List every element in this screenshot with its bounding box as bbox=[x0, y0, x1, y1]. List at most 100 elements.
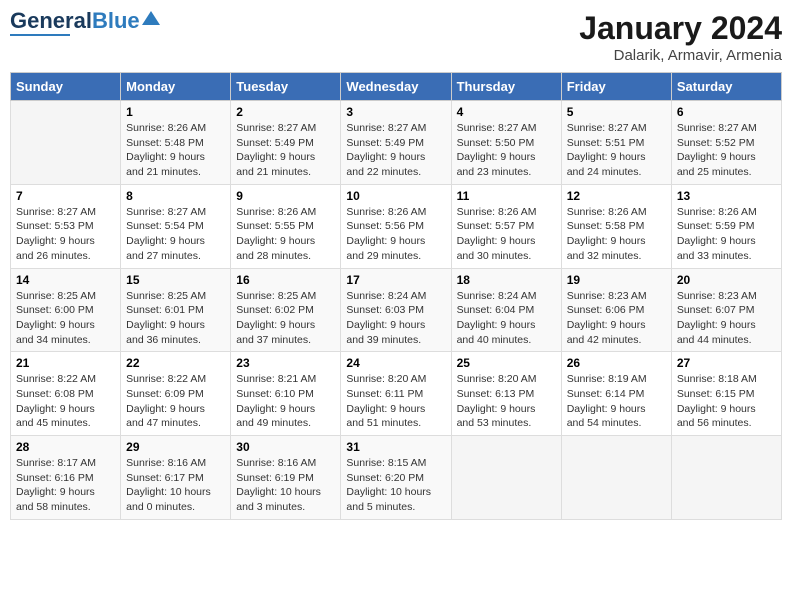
day-number: 7 bbox=[16, 189, 115, 203]
day-info: Sunrise: 8:26 AM Sunset: 5:58 PM Dayligh… bbox=[567, 206, 647, 262]
day-number: 18 bbox=[457, 273, 556, 287]
calendar-cell: 31Sunrise: 8:15 AM Sunset: 6:20 PM Dayli… bbox=[341, 436, 451, 520]
day-number: 2 bbox=[236, 105, 335, 119]
header-tuesday: Tuesday bbox=[231, 73, 341, 101]
day-info: Sunrise: 8:16 AM Sunset: 6:17 PM Dayligh… bbox=[126, 457, 211, 513]
day-number: 14 bbox=[16, 273, 115, 287]
calendar-cell: 8Sunrise: 8:27 AM Sunset: 5:54 PM Daylig… bbox=[121, 184, 231, 268]
logo: GeneralBlue bbox=[10, 10, 160, 36]
calendar-cell: 6 Sunrise: 8:27 AM Sunset: 5:52 PM Daylig… bbox=[671, 101, 781, 185]
calendar-cell: 9 Sunrise: 8:26 AM Sunset: 5:55 PM Daylig… bbox=[231, 184, 341, 268]
day-info: Sunrise: 8:26 AM Sunset: 5:55 PM Dayligh… bbox=[236, 206, 316, 262]
day-info: Sunrise: 8:19 AM Sunset: 6:14 PM Dayligh… bbox=[567, 373, 647, 429]
calendar-week-5: 28 Sunrise: 8:17 AM Sunset: 6:16 PM Dayli… bbox=[11, 436, 782, 520]
calendar-cell: 28 Sunrise: 8:17 AM Sunset: 6:16 PM Dayli… bbox=[11, 436, 121, 520]
day-info: Sunrise: 8:26 AM Sunset: 5:57 PM Dayligh… bbox=[457, 206, 537, 262]
day-number: 4 bbox=[457, 105, 556, 119]
calendar-cell: 23Sunrise: 8:21 AM Sunset: 6:10 PM Dayli… bbox=[231, 352, 341, 436]
day-number: 29 bbox=[126, 440, 225, 454]
day-number: 20 bbox=[677, 273, 776, 287]
day-number: 12 bbox=[567, 189, 666, 203]
day-info: Sunrise: 8:22 AM Sunset: 6:08 PM Dayligh… bbox=[16, 373, 96, 429]
calendar-week-2: 7 Sunrise: 8:27 AM Sunset: 5:53 PM Daylig… bbox=[11, 184, 782, 268]
calendar-cell: 3 Sunrise: 8:27 AM Sunset: 5:49 PM Daylig… bbox=[341, 101, 451, 185]
location: Dalarik, Armavir, Armenia bbox=[579, 47, 782, 64]
calendar-cell: 16Sunrise: 8:25 AM Sunset: 6:02 PM Dayli… bbox=[231, 268, 341, 352]
day-number: 1 bbox=[126, 105, 225, 119]
day-info: Sunrise: 8:23 AM Sunset: 6:07 PM Dayligh… bbox=[677, 290, 757, 346]
day-info: Sunrise: 8:26 AM Sunset: 5:56 PM Dayligh… bbox=[346, 206, 426, 262]
calendar-cell: 25 Sunrise: 8:20 AM Sunset: 6:13 PM Dayli… bbox=[451, 352, 561, 436]
header-wednesday: Wednesday bbox=[341, 73, 451, 101]
day-info: Sunrise: 8:27 AM Sunset: 5:50 PM Dayligh… bbox=[457, 122, 537, 178]
calendar-cell bbox=[451, 436, 561, 520]
day-number: 17 bbox=[346, 273, 445, 287]
page-header: GeneralBlue January 2024 Dalarik, Armavi… bbox=[10, 10, 782, 64]
calendar-table: SundayMondayTuesdayWednesdayThursdayFrid… bbox=[10, 72, 782, 520]
calendar-week-4: 21 Sunrise: 8:22 AM Sunset: 6:08 PM Dayli… bbox=[11, 352, 782, 436]
header-friday: Friday bbox=[561, 73, 671, 101]
day-number: 11 bbox=[457, 189, 556, 203]
day-info: Sunrise: 8:18 AM Sunset: 6:15 PM Dayligh… bbox=[677, 373, 757, 429]
day-number: 21 bbox=[16, 356, 115, 370]
title-block: January 2024 Dalarik, Armavir, Armenia bbox=[579, 10, 782, 64]
day-info: Sunrise: 8:27 AM Sunset: 5:51 PM Dayligh… bbox=[567, 122, 647, 178]
calendar-week-3: 14Sunrise: 8:25 AM Sunset: 6:00 PM Dayli… bbox=[11, 268, 782, 352]
day-info: Sunrise: 8:27 AM Sunset: 5:49 PM Dayligh… bbox=[236, 122, 316, 178]
calendar-cell: 17 Sunrise: 8:24 AM Sunset: 6:03 PM Dayli… bbox=[341, 268, 451, 352]
calendar-cell: 22 Sunrise: 8:22 AM Sunset: 6:09 PM Dayli… bbox=[121, 352, 231, 436]
calendar-cell: 21 Sunrise: 8:22 AM Sunset: 6:08 PM Dayli… bbox=[11, 352, 121, 436]
calendar-cell: 5 Sunrise: 8:27 AM Sunset: 5:51 PM Daylig… bbox=[561, 101, 671, 185]
day-info: Sunrise: 8:27 AM Sunset: 5:49 PM Dayligh… bbox=[346, 122, 426, 178]
day-number: 10 bbox=[346, 189, 445, 203]
month-title: January 2024 bbox=[579, 10, 782, 47]
day-info: Sunrise: 8:22 AM Sunset: 6:09 PM Dayligh… bbox=[126, 373, 206, 429]
day-info: Sunrise: 8:17 AM Sunset: 6:16 PM Dayligh… bbox=[16, 457, 96, 513]
day-number: 19 bbox=[567, 273, 666, 287]
calendar-cell: 10 Sunrise: 8:26 AM Sunset: 5:56 PM Dayli… bbox=[341, 184, 451, 268]
header-sunday: Sunday bbox=[11, 73, 121, 101]
day-info: Sunrise: 8:27 AM Sunset: 5:52 PM Dayligh… bbox=[677, 122, 757, 178]
calendar-cell: 7 Sunrise: 8:27 AM Sunset: 5:53 PM Daylig… bbox=[11, 184, 121, 268]
day-number: 22 bbox=[126, 356, 225, 370]
calendar-cell: 14Sunrise: 8:25 AM Sunset: 6:00 PM Dayli… bbox=[11, 268, 121, 352]
day-info: Sunrise: 8:15 AM Sunset: 6:20 PM Dayligh… bbox=[346, 457, 431, 513]
calendar-cell: 13Sunrise: 8:26 AM Sunset: 5:59 PM Dayli… bbox=[671, 184, 781, 268]
calendar-cell: 18Sunrise: 8:24 AM Sunset: 6:04 PM Dayli… bbox=[451, 268, 561, 352]
calendar-cell: 15 Sunrise: 8:25 AM Sunset: 6:01 PM Dayli… bbox=[121, 268, 231, 352]
calendar-cell: 19Sunrise: 8:23 AM Sunset: 6:06 PM Dayli… bbox=[561, 268, 671, 352]
calendar-cell: 2 Sunrise: 8:27 AM Sunset: 5:49 PM Daylig… bbox=[231, 101, 341, 185]
day-info: Sunrise: 8:16 AM Sunset: 6:19 PM Dayligh… bbox=[236, 457, 321, 513]
calendar-cell: 30 Sunrise: 8:16 AM Sunset: 6:19 PM Dayli… bbox=[231, 436, 341, 520]
day-number: 8 bbox=[126, 189, 225, 203]
day-info: Sunrise: 8:25 AM Sunset: 6:01 PM Dayligh… bbox=[126, 290, 206, 346]
day-info: Sunrise: 8:20 AM Sunset: 6:13 PM Dayligh… bbox=[457, 373, 537, 429]
calendar-cell bbox=[11, 101, 121, 185]
logo-text: GeneralBlue bbox=[10, 10, 140, 32]
day-number: 9 bbox=[236, 189, 335, 203]
header-thursday: Thursday bbox=[451, 73, 561, 101]
logo-icon bbox=[142, 11, 160, 25]
day-number: 25 bbox=[457, 356, 556, 370]
day-number: 15 bbox=[126, 273, 225, 287]
logo-line bbox=[10, 34, 70, 36]
day-number: 5 bbox=[567, 105, 666, 119]
calendar-cell: 1 Sunrise: 8:26 AM Sunset: 5:48 PM Daylig… bbox=[121, 101, 231, 185]
day-number: 3 bbox=[346, 105, 445, 119]
day-number: 16 bbox=[236, 273, 335, 287]
day-number: 6 bbox=[677, 105, 776, 119]
day-info: Sunrise: 8:27 AM Sunset: 5:53 PM Dayligh… bbox=[16, 206, 96, 262]
day-info: Sunrise: 8:20 AM Sunset: 6:11 PM Dayligh… bbox=[346, 373, 426, 429]
day-info: Sunrise: 8:24 AM Sunset: 6:03 PM Dayligh… bbox=[346, 290, 426, 346]
day-info: Sunrise: 8:26 AM Sunset: 5:48 PM Dayligh… bbox=[126, 122, 206, 178]
day-number: 23 bbox=[236, 356, 335, 370]
header-monday: Monday bbox=[121, 73, 231, 101]
day-number: 30 bbox=[236, 440, 335, 454]
day-number: 13 bbox=[677, 189, 776, 203]
calendar-header-row: SundayMondayTuesdayWednesdayThursdayFrid… bbox=[11, 73, 782, 101]
day-number: 27 bbox=[677, 356, 776, 370]
calendar-cell: 20 Sunrise: 8:23 AM Sunset: 6:07 PM Dayli… bbox=[671, 268, 781, 352]
header-saturday: Saturday bbox=[671, 73, 781, 101]
day-number: 28 bbox=[16, 440, 115, 454]
calendar-cell: 11 Sunrise: 8:26 AM Sunset: 5:57 PM Dayli… bbox=[451, 184, 561, 268]
